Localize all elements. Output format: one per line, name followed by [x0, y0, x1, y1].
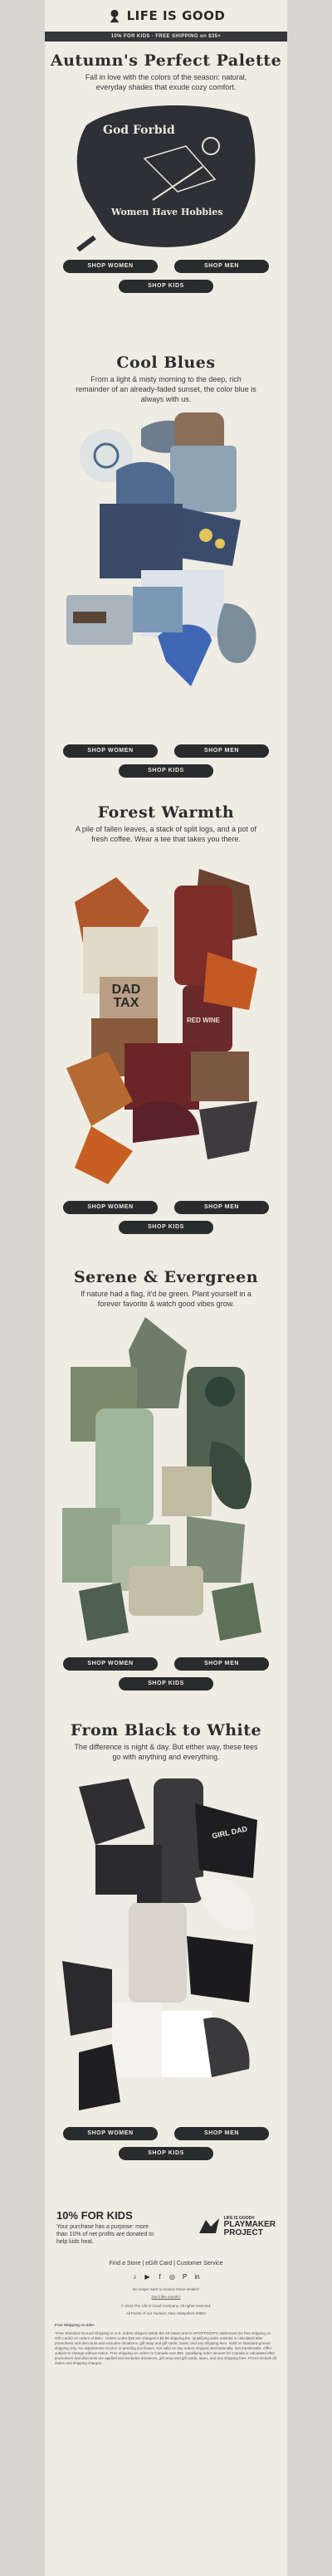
social-icons: ♪ ▶ f ◎ P in — [45, 2273, 287, 2281]
shop-buttons: SHOP WOMEN SHOP MEN — [45, 744, 287, 758]
tiktok-icon[interactable]: ♪ — [131, 2273, 139, 2281]
kids-title: 10% FOR KIDS — [56, 2209, 133, 2222]
section-title: Forest Warmth — [97, 803, 235, 822]
shop-men-button[interactable]: SHOP MEN — [174, 744, 269, 758]
art-text-bottom: Women Have Hobbies — [111, 207, 223, 217]
section-subtitle: The difference is night & day. But eithe… — [74, 1743, 258, 1761]
linkedin-icon[interactable]: in — [193, 2273, 201, 2281]
shop-women-button[interactable]: SHOP WOMEN — [63, 2127, 158, 2140]
shop-women-button[interactable]: SHOP WOMEN — [63, 1201, 158, 1214]
art-text-top: God Forbid — [103, 124, 175, 137]
product-collage-forest[interactable]: DAD TAX RED WINE — [58, 852, 274, 1193]
shop-women-button[interactable]: SHOP WOMEN — [63, 260, 158, 273]
unsubscribe-link[interactable]: Don't like emails? — [45, 2295, 287, 2300]
shop-buttons: SHOP WOMEN SHOP MEN — [45, 260, 287, 273]
pinterest-icon[interactable]: P — [181, 2273, 188, 2281]
copyright: © 2023 The Life is Good Company. All rig… — [120, 2304, 212, 2308]
shop-men-button[interactable]: SHOP MEN — [174, 1201, 269, 1214]
product-collage-blue[interactable] — [66, 412, 266, 736]
section-forest-warmth: Forest Warmth A pile of fallen leaves, a… — [45, 793, 287, 1258]
leaf-artwork[interactable]: God Forbid Women Have Hobbies — [70, 100, 262, 252]
kids-text: Your purchase has a purpose: more than 1… — [56, 2224, 154, 2245]
youtube-icon[interactable]: ▶ — [144, 2273, 151, 2281]
shop-buttons: SHOP WOMEN SHOP MEN — [45, 2127, 287, 2140]
blue-collage-graphic — [66, 412, 256, 686]
kids-donation-block: 10% FOR KIDS Your purchase has a purpose… — [45, 2209, 287, 2246]
promo-bar[interactable]: 10% FOR KIDS · FREE SHIPPING on $35+ — [45, 32, 287, 41]
instagram-icon[interactable]: ◎ — [168, 2273, 176, 2281]
address: All Points of our Hudson, New Hampshire … — [125, 2311, 207, 2315]
logo-text: LIFE IS GOOD — [126, 8, 226, 23]
shop-men-button[interactable]: SHOP MEN — [174, 1657, 269, 1671]
product-collage-green[interactable] — [62, 1317, 270, 1649]
shop-buttons: SHOP WOMEN SHOP MEN — [45, 1657, 287, 1671]
section-title: Autumn's Perfect Palette — [50, 51, 282, 70]
forest-collage-graphic — [66, 869, 257, 1184]
green-collage-graphic — [62, 1317, 261, 1641]
shop-buttons: SHOP WOMEN SHOP MEN — [45, 1201, 287, 1214]
section-title: From Black to White — [70, 1721, 262, 1739]
shop-kids-button[interactable]: SHOP KIDS — [119, 1677, 213, 1690]
life-is-good-logo-icon — [110, 9, 120, 23]
facebook-icon[interactable]: f — [156, 2273, 164, 2281]
footer: 10% FOR KIDS Your purchase has a purpose… — [45, 2189, 287, 2366]
shop-kids-button[interactable]: SHOP KIDS — [119, 280, 213, 293]
shop-kids-button[interactable]: SHOP KIDS — [119, 2147, 213, 2160]
art-text-dad-tax: DAD TAX — [111, 983, 141, 1010]
section-subtitle: A pile of fallen leaves, a stack of spli… — [75, 825, 257, 843]
playmaker-line2: PROJECT — [223, 2228, 263, 2237]
shop-men-button[interactable]: SHOP MEN — [174, 2127, 269, 2140]
section-serene-evergreen: Serene & Evergreen If nature had a flag,… — [45, 1258, 287, 1711]
section-autumn: Autumn's Perfect Palette Fall in love wi… — [45, 41, 287, 344]
unsubscribe-question: No longer want to receive these emails? — [132, 2287, 200, 2291]
section-cool-blues: Cool Blues From a light & misty morning … — [45, 344, 287, 793]
shop-women-button[interactable]: SHOP WOMEN — [63, 744, 158, 758]
art-text-red-wine: RED WINE — [187, 1017, 220, 1024]
shop-men-button[interactable]: SHOP MEN — [174, 260, 269, 273]
header-logo[interactable]: LIFE IS GOOD — [45, 0, 287, 32]
section-subtitle: If nature had a flag, it'd be green. Pla… — [81, 1290, 251, 1308]
shop-kids-button[interactable]: SHOP KIDS — [119, 1221, 213, 1234]
playmaker-project-logo[interactable]: LIFE IS GOOD® PLAYMAKER PROJECT — [198, 2216, 276, 2237]
section-black-white: From Black to White The difference is ni… — [45, 1711, 287, 2189]
bw-collage-graphic — [62, 1778, 257, 2110]
footer-links[interactable]: Find a Store | eGift Card | Customer Ser… — [45, 2261, 287, 2266]
section-subtitle: Fall in love with the colors of the seas… — [85, 73, 247, 91]
section-title: Cool Blues — [116, 354, 216, 372]
shipping-text: *Free Standard Ground Shipping to U.S. o… — [55, 2331, 276, 2365]
section-title: Serene & Evergreen — [73, 1268, 259, 1286]
section-subtitle: From a light & misty morning to the deep… — [76, 375, 256, 403]
email-body: LIFE IS GOOD 10% FOR KIDS · FREE SHIPPIN… — [45, 0, 287, 2576]
playmaker-icon — [198, 2218, 219, 2233]
shipping-title: Free Shipping on $35+ — [55, 2323, 95, 2327]
shop-kids-button[interactable]: SHOP KIDS — [119, 764, 213, 778]
product-collage-black-white[interactable]: GIRL DAD — [62, 1770, 270, 2119]
shop-women-button[interactable]: SHOP WOMEN — [63, 1657, 158, 1671]
